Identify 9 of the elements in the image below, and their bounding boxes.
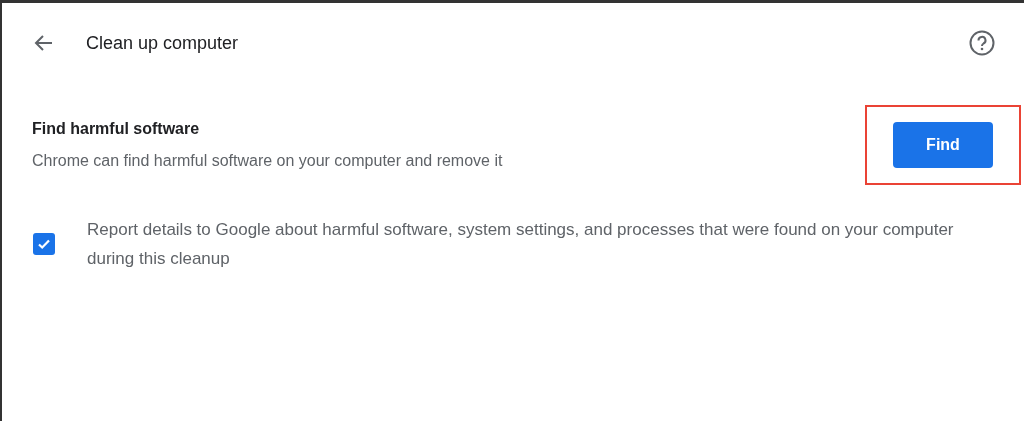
page-title: Clean up computer	[86, 31, 239, 55]
help-button[interactable]	[968, 29, 996, 57]
find-button[interactable]: Find	[893, 122, 993, 168]
report-option-label: Report details to Google about harmful software, system settings, and processes that were found on your computer during this cleanup	[87, 219, 955, 270]
help-icon	[968, 29, 996, 57]
report-checkbox[interactable]	[33, 233, 55, 255]
section-description: Chrome can find harmful software on your computer and remove it	[32, 151, 504, 171]
section-title: Find harmful software	[32, 119, 201, 139]
back-arrow-icon	[34, 33, 54, 53]
